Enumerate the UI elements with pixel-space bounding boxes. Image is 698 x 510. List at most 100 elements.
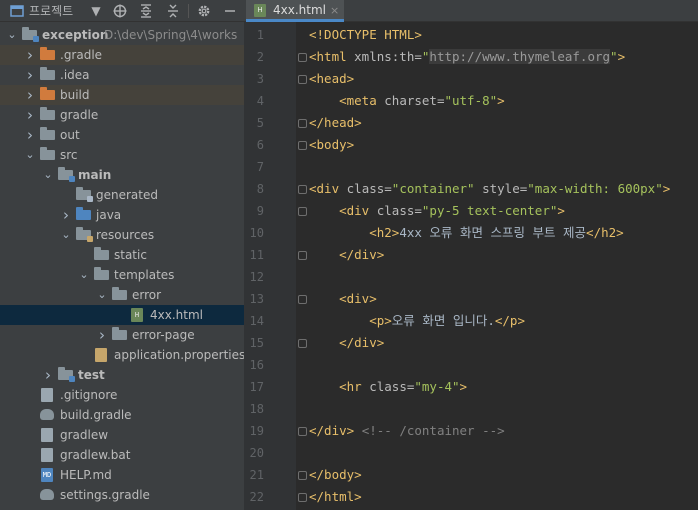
code-line: <div>	[339, 291, 377, 306]
code-line: </body>	[309, 467, 362, 482]
tree-item-label: resources	[96, 228, 155, 242]
line-number: 11	[249, 248, 264, 262]
tree-item-help-md[interactable]: MD HELP.md	[0, 465, 244, 485]
chevron-down-icon[interactable]: ⌄	[96, 285, 108, 305]
fold-marker-icon[interactable]	[298, 207, 307, 216]
code-line: <html xmlns:th="http://www.thymeleaf.org…	[309, 49, 626, 64]
fold-marker-icon[interactable]	[298, 75, 307, 84]
chevron-right-icon[interactable]: ›	[60, 205, 72, 225]
dropdown-icon[interactable]: ▼	[90, 0, 102, 22]
tree-item-main[interactable]: ⌄ main	[0, 165, 244, 185]
tree-item-gradle[interactable]: › .gradle	[0, 45, 244, 65]
line-number: 13	[249, 292, 264, 306]
chevron-down-icon[interactable]: ⌄	[60, 225, 72, 245]
tree-item-exception[interactable]: ⌄ exception D:\dev\Spring\4\works	[0, 25, 244, 45]
chevron-right-icon[interactable]: ›	[24, 45, 36, 65]
tree-item-label: error-page	[132, 328, 195, 342]
tree-item-generated[interactable]: generated	[0, 185, 244, 205]
tree-item-label: gradlew	[60, 428, 109, 442]
tree-item-gitignore[interactable]: .gitignore	[0, 385, 244, 405]
tree-item-idea[interactable]: › .idea	[0, 65, 244, 85]
chevron-right-icon[interactable]: ›	[42, 365, 54, 385]
line-number: 22	[249, 490, 264, 504]
tree-item-label: application.properties	[114, 348, 244, 362]
tree-item-build-gradle[interactable]: build.gradle	[0, 405, 244, 425]
line-number: 12	[249, 270, 264, 284]
fold-marker-icon[interactable]	[298, 339, 307, 348]
minimize-icon[interactable]	[222, 0, 238, 22]
collapse-all-icon[interactable]	[165, 0, 181, 22]
code-line: </html>	[309, 489, 362, 504]
tree-item-templates[interactable]: ⌄ templates	[0, 265, 244, 285]
fold-marker-icon[interactable]	[298, 251, 307, 260]
tree-item-label: gradle	[60, 108, 99, 122]
tree-item-error-page[interactable]: › error-page	[0, 325, 244, 345]
excluded-folder-icon	[40, 47, 55, 60]
fold-marker-icon[interactable]	[298, 427, 307, 436]
tree-item-build[interactable]: › build	[0, 85, 244, 105]
fold-marker-icon[interactable]	[298, 53, 307, 62]
fold-marker-icon[interactable]	[298, 493, 307, 502]
expand-all-icon[interactable]	[138, 0, 154, 22]
line-number: 3	[256, 72, 264, 86]
fold-marker-icon[interactable]	[298, 141, 307, 150]
gradle-icon	[40, 489, 54, 500]
tree-item-static[interactable]: static	[0, 245, 244, 265]
tree-item-label: java	[96, 208, 122, 222]
fold-marker-icon[interactable]	[298, 471, 307, 480]
line-number: 9	[256, 204, 264, 218]
properties-file-icon	[95, 348, 107, 362]
folder-icon	[112, 287, 127, 300]
chevron-right-icon[interactable]: ›	[96, 325, 108, 345]
chevron-right-icon[interactable]: ›	[24, 105, 36, 125]
chevron-down-icon[interactable]: ⌄	[78, 265, 90, 285]
code-line: </head>	[309, 115, 362, 130]
fold-marker-icon[interactable]	[298, 295, 307, 304]
tree-item-settings-gradle[interactable]: settings.gradle	[0, 485, 244, 505]
chevron-down-icon[interactable]: ⌄	[24, 145, 36, 165]
line-number: 20	[249, 446, 264, 460]
tree-item-label: generated	[96, 188, 158, 202]
code-line: </div>	[339, 247, 385, 262]
code-line: </div> <!-- /container -->	[309, 423, 505, 438]
close-icon[interactable]: ×	[330, 0, 339, 21]
folder-icon	[94, 247, 109, 260]
tree-item-label: templates	[114, 268, 175, 282]
folder-icon	[112, 327, 127, 340]
code-area[interactable]: <!DOCTYPE HTML> <html xmlns:th="http://ww…	[296, 22, 698, 510]
code-line: </div>	[339, 335, 385, 350]
tree-item-out[interactable]: › out	[0, 125, 244, 145]
tree-item-error[interactable]: ⌄ error	[0, 285, 244, 305]
tree-item-src[interactable]: ⌄ src	[0, 145, 244, 165]
tree-item-gradlew[interactable]: gradlew	[0, 425, 244, 445]
line-number: 6	[256, 138, 264, 152]
fold-marker-icon[interactable]	[298, 185, 307, 194]
line-number: 10	[249, 226, 264, 240]
chevron-down-icon[interactable]: ⌄	[6, 25, 18, 45]
line-number: 5	[256, 116, 264, 130]
tree-item-application-properties[interactable]: application.properties	[0, 345, 244, 365]
chevron-right-icon[interactable]: ›	[24, 125, 36, 145]
tree-item-resources[interactable]: ⌄ resources	[0, 225, 244, 245]
tree-item-label: 4xx.html	[150, 308, 203, 322]
code-line: <hr class="my-4">	[339, 379, 468, 394]
tree-item-4xx-html[interactable]: H 4xx.html	[0, 305, 244, 325]
tree-item-label: build	[60, 88, 90, 102]
tree-item-label: HELP.md	[60, 468, 112, 482]
chevron-right-icon[interactable]: ›	[24, 65, 36, 85]
gear-icon[interactable]	[196, 0, 212, 22]
chevron-down-icon[interactable]: ⌄	[42, 165, 54, 185]
locate-target-icon[interactable]	[112, 0, 128, 22]
tree-item-java[interactable]: › java	[0, 205, 244, 225]
tab-4xx-html[interactable]: H 4xx.html ×	[246, 0, 344, 22]
code-line: <div class="container" style="max-width:…	[309, 181, 671, 196]
file-icon	[41, 448, 53, 462]
tree-item-test[interactable]: › test	[0, 365, 244, 385]
project-panel-title[interactable]: 프로젝트	[29, 0, 73, 22]
line-number-gutter: 1 2 3 4 5 6 7 8 9 10 11 12 13 14 15 16 17 18 19 20 21 22	[244, 22, 296, 510]
tree-item-gradle[interactable]: › gradle	[0, 105, 244, 125]
tree-item-label: error	[132, 288, 162, 302]
tree-item-gradlew-bat[interactable]: gradlew.bat	[0, 445, 244, 465]
fold-marker-icon[interactable]	[298, 119, 307, 128]
chevron-right-icon[interactable]: ›	[24, 85, 36, 105]
